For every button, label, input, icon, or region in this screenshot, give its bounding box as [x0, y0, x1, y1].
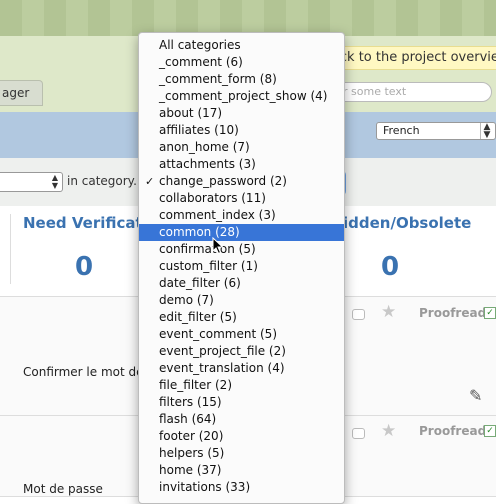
comment-icon[interactable]	[352, 428, 365, 439]
dropdown-option[interactable]: demo (7)	[139, 292, 344, 309]
dropdown-option[interactable]: event_translation (4)	[139, 360, 344, 377]
dropdown-option[interactable]: comment_index (3)	[139, 207, 344, 224]
hidden-obsolete-count: 0	[381, 252, 400, 282]
dropdown-option[interactable]: event_project_file (2)	[139, 343, 344, 360]
dropdown-option[interactable]: footer (20)	[139, 428, 344, 445]
proofread-checkbox[interactable]: ✓	[484, 425, 496, 437]
dropdown-option[interactable]: invitations (33)	[139, 479, 344, 496]
language-select[interactable]: French ▲ ▼	[376, 122, 496, 140]
language-select-value: French	[383, 124, 420, 137]
proofread-label: Proofread	[419, 424, 487, 438]
dropdown-option[interactable]: flash (64)	[139, 411, 344, 428]
dropdown-option[interactable]: filters (15)	[139, 394, 344, 411]
dropdown-option[interactable]: custom_filter (1)	[139, 258, 344, 275]
tab-manager[interactable]: ager	[0, 80, 43, 106]
row-source-text: Confirmer le mot de	[23, 365, 144, 379]
comment-icon[interactable]	[352, 309, 365, 320]
dropdown-option[interactable]: collaborators (11)	[139, 190, 344, 207]
dropdown-option[interactable]: _comment_form (8)	[139, 71, 344, 88]
dropdown-option[interactable]: file_filter (2)	[139, 377, 344, 394]
search-input[interactable]: r some text	[326, 82, 492, 102]
star-icon[interactable]: ★	[381, 302, 396, 322]
pencil-icon[interactable]: ✎	[469, 386, 482, 405]
proofread-checkbox[interactable]: ✓	[484, 307, 496, 319]
dropdown-option[interactable]: _comment (6)	[139, 54, 344, 71]
dropdown-option[interactable]: about (17)	[139, 105, 344, 122]
dropdown-option[interactable]: affiliates (10)	[139, 122, 344, 139]
chevron-updown-icon: ▲ ▼	[480, 123, 493, 140]
dropdown-option[interactable]: common (28)	[139, 224, 344, 241]
need-verification-count: 0	[75, 252, 94, 282]
dropdown-option[interactable]: _comment_project_show (4)	[139, 88, 344, 105]
dropdown-option[interactable]: change_password (2) ✓	[139, 173, 344, 190]
hidden-obsolete-title: idden/Obsolete	[343, 214, 472, 232]
dropdown-option[interactable]: anon_home (7)	[139, 139, 344, 156]
filter-select[interactable]: ▲ ▼	[0, 172, 63, 192]
proofread-label: Proofread	[419, 306, 487, 320]
mouse-cursor-icon	[212, 237, 224, 255]
dropdown-option[interactable]: All categories	[139, 37, 344, 54]
chevron-updown-icon: ▲ ▼	[51, 173, 59, 190]
dropdown-option[interactable]: event_comment (5)	[139, 326, 344, 343]
dropdown-option[interactable]: helpers (5)	[139, 445, 344, 462]
dropdown-option[interactable]: date_filter (6)	[139, 275, 344, 292]
top-banner	[0, 0, 496, 36]
dropdown-option[interactable]: attachments (3)	[139, 156, 344, 173]
checkmark-icon: ✓	[145, 175, 155, 188]
divider	[10, 214, 11, 284]
in-category-label: in category...	[67, 174, 145, 188]
star-icon[interactable]: ★	[381, 421, 396, 441]
dropdown-option[interactable]: confirmation (5)	[139, 241, 344, 258]
dropdown-option[interactable]: home (37)	[139, 462, 344, 479]
category-dropdown-menu[interactable]: All categories _comment (6) _comment_form …	[138, 32, 345, 504]
dropdown-option[interactable]: edit_filter (5)	[139, 309, 344, 326]
